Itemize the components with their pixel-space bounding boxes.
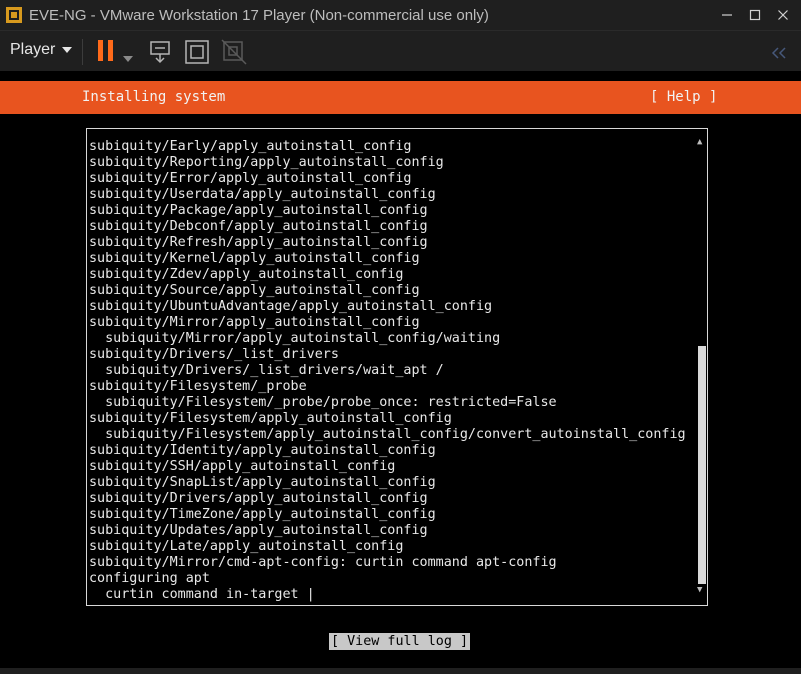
log-line: subiquity/Mirror/cmd-apt-config: curtin … [89,555,557,570]
full-screen-button[interactable] [184,39,210,69]
help-button[interactable]: [ Help ] [650,89,717,105]
install-log-panel: subiquity/Early/apply_autoinstall_config… [86,128,708,606]
vm-console[interactable]: Installing system [ Help ] subiquity/Ear… [0,71,801,674]
maximize-icon [749,9,761,21]
log-line: subiquity/Identity/apply_autoinstall_con… [89,443,436,458]
log-line: subiquity/Mirror/apply_autoinstall_confi… [89,315,420,330]
scroll-down-arrow-icon[interactable]: ▼ [697,585,702,595]
collapse-icon [771,47,786,59]
window-titlebar: EVE-NG - VMware Workstation 17 Player (N… [0,0,801,30]
player-menu-button[interactable]: Player [10,41,73,59]
view-full-log-button[interactable]: [ View full log ] [329,633,471,650]
log-line: curtin command in-target | [89,587,315,602]
player-menu-label: Player [10,41,56,58]
log-line: subiquity/Refresh/apply_autoinstall_conf… [89,235,428,250]
log-line: subiquity/Filesystem/apply_autoinstall_c… [89,427,686,442]
vm-toolbar: Player [0,30,801,71]
minimize-button[interactable] [713,4,741,26]
log-line: subiquity/Reporting/apply_autoinstall_co… [89,155,444,170]
chevron-down-icon [62,47,73,53]
log-line: subiquity/Early/apply_autoinstall_config [89,139,412,154]
unity-button[interactable] [221,39,247,69]
log-line: subiquity/Kernel/apply_autoinstall_confi… [89,251,420,266]
collapse-toolbar-button[interactable] [770,44,788,63]
log-line: subiquity/Drivers/apply_autoinstall_conf… [89,491,428,506]
log-line: subiquity/Late/apply_autoinstall_config [89,539,404,554]
log-line: subiquity/UbuntuAdvantage/apply_autoinst… [89,299,493,314]
vmware-app-icon [6,7,22,23]
log-line: subiquity/Source/apply_autoinstall_confi… [89,283,420,298]
log-scrollbar-thumb[interactable] [698,346,706,584]
chevron-down-icon [123,56,133,62]
log-line: subiquity/Zdev/apply_autoinstall_config [89,267,404,282]
maximize-button[interactable] [741,4,769,26]
log-line: subiquity/TimeZone/apply_autoinstall_con… [89,507,436,522]
log-line: subiquity/Userdata/apply_autoinstall_con… [89,187,436,202]
close-icon [778,10,788,20]
log-lines: subiquity/Early/apply_autoinstall_config… [89,139,686,603]
power-options-dropdown[interactable] [123,47,133,66]
log-line: subiquity/Mirror/apply_autoinstall_confi… [89,331,501,346]
log-line: subiquity/SSH/apply_autoinstall_config [89,459,396,474]
pause-icon [98,40,113,61]
window-title: EVE-NG - VMware Workstation 17 Player (N… [29,7,489,24]
log-line: subiquity/Drivers/_list_drivers [89,347,339,362]
log-line: configuring apt [89,571,210,586]
log-line: subiquity/SnapList/apply_autoinstall_con… [89,475,436,490]
log-line: subiquity/Filesystem/_probe/probe_once: … [89,395,557,410]
close-button[interactable] [769,4,797,26]
toolbar-divider [82,39,83,65]
log-line: subiquity/Drivers/_list_drivers/wait_apt… [89,363,444,378]
window-bottom-border [0,668,801,674]
log-line: subiquity/Debconf/apply_autoinstall_conf… [89,219,428,234]
unity-icon [221,39,247,65]
pause-button[interactable] [96,39,116,67]
scroll-up-arrow-icon[interactable]: ▲ [697,137,702,147]
minimize-icon [722,14,732,16]
send-ctrl-alt-del-button[interactable] [148,39,174,69]
installer-header: Installing system [ Help ] [0,81,801,114]
log-line: subiquity/Filesystem/_probe [89,379,307,394]
log-line: subiquity/Error/apply_autoinstall_config [89,171,412,186]
full-screen-icon [185,40,209,64]
installer-title: Installing system [82,89,226,105]
log-line: subiquity/Package/apply_autoinstall_conf… [89,203,428,218]
send-keys-icon [150,41,170,64]
log-line: subiquity/Filesystem/apply_autoinstall_c… [89,411,452,426]
log-line: subiquity/Updates/apply_autoinstall_conf… [89,523,428,538]
